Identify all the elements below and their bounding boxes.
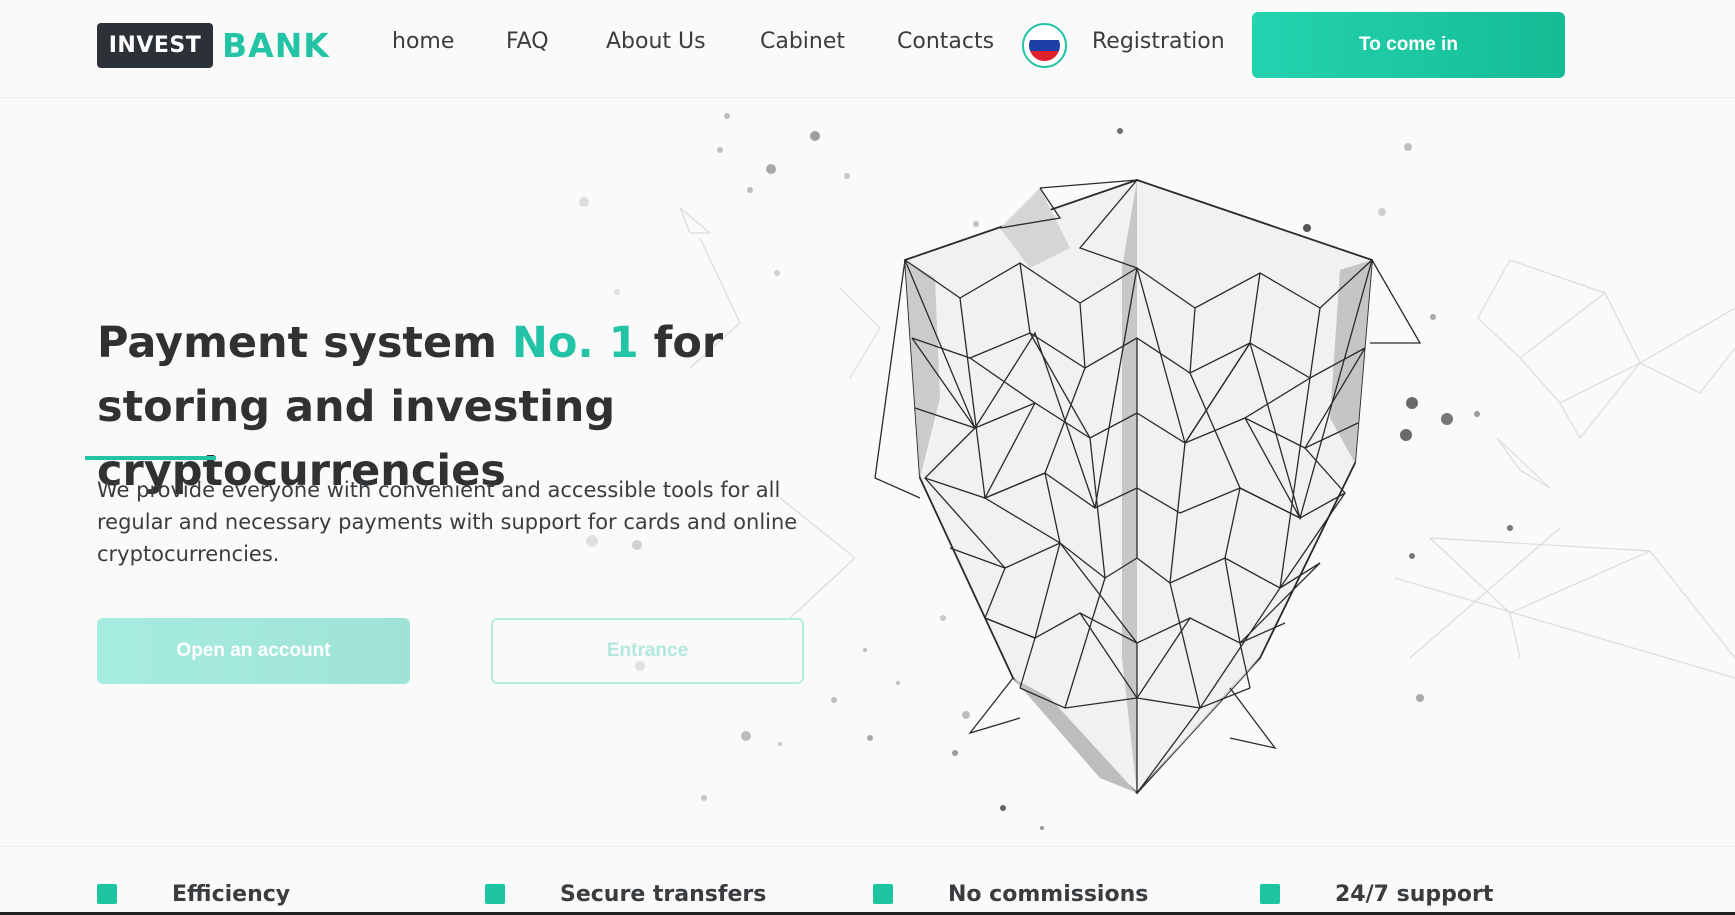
open-account-button[interactable]: Open an account: [97, 618, 410, 684]
hero-description: We provide everyone with convenient and …: [97, 478, 798, 566]
feature-square-icon: [485, 884, 505, 904]
site-header: INVEST BANK home FAQ About Us Cabinet Co…: [0, 0, 1735, 98]
logo-dark-badge: INVEST: [97, 23, 213, 68]
nav-cabinet[interactable]: Cabinet: [760, 29, 845, 54]
nav-faq[interactable]: FAQ: [506, 29, 549, 54]
brand-logo[interactable]: INVEST BANK: [97, 23, 330, 68]
hero-title-before: Payment system: [97, 318, 512, 368]
nav-registration[interactable]: Registration: [1092, 29, 1225, 54]
feature-label: No commissions: [948, 882, 1149, 907]
feature-square-icon: [873, 884, 893, 904]
feature-label: 24/7 support: [1335, 882, 1494, 907]
russia-flag-icon[interactable]: [1022, 23, 1067, 68]
features-bar: Efficiency Secure transfers No commissio…: [0, 846, 1735, 915]
feature-square-icon: [1260, 884, 1280, 904]
nav-home[interactable]: home: [392, 29, 454, 54]
hero-title-accent: No. 1: [511, 318, 639, 368]
login-button[interactable]: To come in: [1252, 12, 1565, 78]
feature-square-icon: [97, 884, 117, 904]
polygonal-shield-icon: [874, 179, 1422, 795]
logo-accent-text: BANK: [222, 26, 330, 65]
feature-label: Secure transfers: [560, 882, 767, 907]
entrance-button[interactable]: Entrance: [491, 618, 804, 684]
nav-contacts[interactable]: Contacts: [897, 29, 994, 54]
title-underline: [85, 456, 216, 460]
nav-about-us[interactable]: About Us: [606, 29, 706, 54]
feature-label: Efficiency: [172, 882, 291, 907]
